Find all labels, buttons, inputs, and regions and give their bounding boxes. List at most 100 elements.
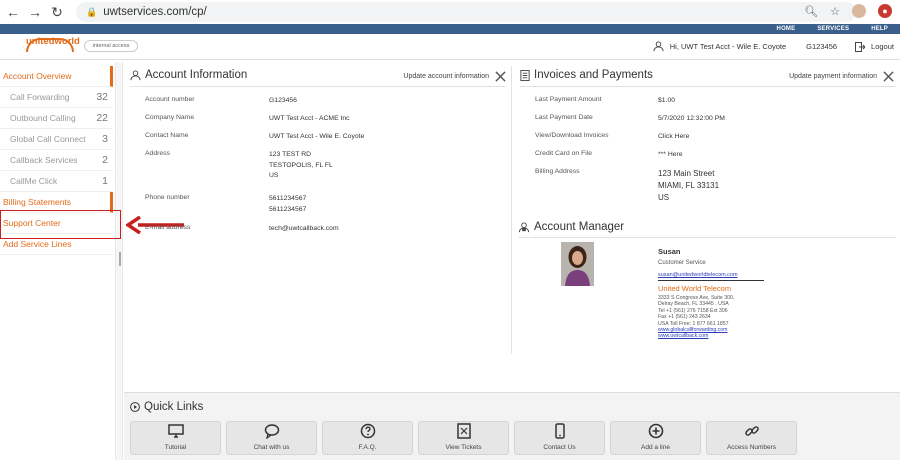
phone-icon	[552, 423, 568, 444]
nav-help[interactable]: HELP	[871, 26, 888, 32]
logout-link[interactable]: Logout	[871, 42, 894, 51]
star-icon[interactable]: ☆	[830, 5, 840, 18]
update-account-link[interactable]: Update account information	[403, 73, 489, 80]
sidebar-item-callback-services[interactable]: Callback Services 2	[0, 150, 113, 171]
account-field-value: UWT Test Acct - ACME Inc	[269, 115, 350, 122]
manager-email[interactable]: susan@unitedworldtelecom.com	[658, 272, 738, 278]
sidebar-item-count: 1	[102, 175, 108, 187]
quick-link-view-tickets[interactable]: View Tickets	[418, 421, 509, 455]
sidebar-item-label: Outbound Calling	[10, 113, 76, 123]
account-field-label: Contact Name	[145, 132, 189, 139]
quick-link-label: Tutorial	[164, 444, 187, 451]
document-icon	[520, 69, 530, 81]
invoice-field-label: Last Payment Amount	[535, 96, 602, 103]
invoice-field-value[interactable]: *** Here	[658, 150, 683, 161]
account-field-label: E-mail address	[145, 224, 191, 231]
sidebar-item-label: Call Forwarding	[10, 92, 70, 102]
sidebar-item-outbound-calling[interactable]: Outbound Calling 22	[0, 108, 113, 129]
panel-divider	[511, 66, 512, 354]
quick-link-label: F.A.Q.	[358, 444, 377, 451]
account-field-value: UWT Test Acct - Wile E. Coyote	[269, 133, 365, 140]
account-info-heading: Account Information	[130, 69, 247, 81]
quick-link-add-a-line[interactable]: Add a line	[610, 421, 701, 455]
sidebar-resizer[interactable]	[115, 62, 123, 460]
link-icon	[744, 423, 760, 444]
invoice-field-value[interactable]: Click Here	[658, 132, 689, 143]
quick-links-title: Quick Links	[144, 401, 204, 413]
profile-avatar[interactable]	[852, 4, 866, 18]
invoice-field-value: $1.00	[658, 97, 676, 104]
reload-icon[interactable]: ↻	[46, 0, 68, 24]
internal-access-badge[interactable]: internal access	[84, 40, 138, 52]
sidebar-item-global-call-connect[interactable]: Global Call Connect 3	[0, 129, 113, 150]
user-icon	[653, 41, 664, 52]
update-payment-link[interactable]: Update payment information	[789, 73, 877, 80]
account-info-panel: Account Information Update account infor…	[130, 66, 506, 356]
sidebar-item-label: Billing Statements	[3, 197, 72, 207]
sidebar-item-label: Callback Services	[10, 155, 78, 165]
logout-icon[interactable]	[855, 41, 866, 52]
company-logo[interactable]: unitedworld	[26, 34, 80, 58]
tools-icon[interactable]	[883, 71, 894, 82]
address-bar[interactable]: 🔒 uwtservices.com/cp/	[76, 2, 856, 22]
extension-icon[interactable]: ●	[878, 4, 892, 18]
quick-link-contact-us[interactable]: Contact Us	[514, 421, 605, 455]
invoices-title: Invoices and Payments	[534, 69, 653, 81]
account-field-value: 5611234567 5611234567	[269, 195, 307, 213]
nav-home[interactable]: HOME	[777, 26, 796, 32]
account-info-title: Account Information	[145, 69, 248, 81]
nav-services[interactable]: SERVICES	[817, 26, 849, 32]
sidebar-item-account-overview[interactable]: Account Overview	[0, 66, 113, 87]
manager-company: United World Telecom	[658, 284, 732, 293]
account-id: G123456	[806, 42, 838, 51]
sidebar-item-callme-click[interactable]: CallMe Click 1	[0, 171, 113, 192]
quick-link-label: Access Numbers	[726, 444, 777, 451]
sidebar-item-label: Global Call Connect	[10, 134, 86, 144]
manager-name: Susan	[658, 247, 681, 256]
sidebar-item-count: 2	[102, 154, 108, 166]
sidebar: Account Overview Call Forwarding 32 Outboun…	[0, 66, 113, 460]
url-text: uwtservices.com/cp/	[103, 6, 207, 18]
sig-link-uwt[interactable]: www.uwtcallback.com	[658, 333, 734, 339]
account-field-value: 123 TEST RD TESTOPOLIS, FL FL US	[269, 151, 333, 179]
user-icon	[130, 69, 141, 80]
manager-photo	[561, 242, 594, 286]
zoom-icon[interactable]: 🔍︎	[804, 5, 818, 18]
account-field-label: Account number	[145, 96, 195, 103]
invoice-field-label: Last Payment Date	[535, 114, 593, 121]
plus-circle-icon	[648, 423, 664, 444]
sidebar-item-count: 22	[96, 112, 108, 124]
account-field-label: Company Name	[145, 114, 195, 121]
play-circle-icon	[130, 402, 140, 412]
account-manager-panel: Account Manager Susan Customer Service s…	[518, 218, 896, 358]
question-icon	[360, 423, 376, 444]
sidebar-item-call-forwarding[interactable]: Call Forwarding 32	[0, 87, 113, 108]
forward-icon[interactable]: →	[24, 0, 46, 24]
invoice-field-label: Credit Card on File	[535, 150, 593, 157]
quick-link-f-a-q[interactable]: F.A.Q.	[322, 421, 413, 455]
sidebar-item-label: Account Overview	[3, 71, 72, 81]
quick-link-tutorial[interactable]: Tutorial	[130, 421, 221, 455]
account-field-value: G123456	[269, 97, 297, 104]
browser-toolbar: ← → ↻ 🔒 uwtservices.com/cp/ 🔍︎ ☆ ●	[0, 0, 900, 24]
invoice-field-label: View/Download Invoices	[535, 132, 609, 139]
sig-address2: Delray Beach, FL 33445 . USA	[658, 301, 729, 308]
sidebar-item-label: CallMe Click	[10, 176, 58, 186]
quick-link-access-numbers[interactable]: Access Numbers	[706, 421, 797, 455]
sidebar-item-count: 3	[102, 133, 108, 145]
quick-link-label: Contact Us	[543, 444, 576, 451]
quick-link-chat-with-us[interactable]: Chat with us	[226, 421, 317, 455]
annotation-highlight-box	[0, 210, 121, 239]
sidebar-item-label: Add Service Lines	[3, 239, 72, 249]
user-greeting: Hi, UWT Test Acct - Wile E. Coyote	[669, 42, 787, 51]
monitor-icon	[167, 423, 184, 444]
quick-link-label: Chat with us	[253, 444, 290, 451]
sidebar-item-count: 32	[96, 91, 108, 103]
back-icon[interactable]: ←	[2, 0, 24, 24]
ticket-icon	[456, 423, 472, 444]
quick-link-label: View Tickets	[445, 444, 482, 451]
lock-icon: 🔒	[86, 6, 98, 17]
quick-links-bar: Quick Links Tutorial Chat with us F.A.Q. Vi…	[124, 392, 900, 460]
invoice-field-value: 5/7/2020 12:32:00 PM	[658, 115, 725, 122]
tools-icon[interactable]	[495, 71, 506, 82]
